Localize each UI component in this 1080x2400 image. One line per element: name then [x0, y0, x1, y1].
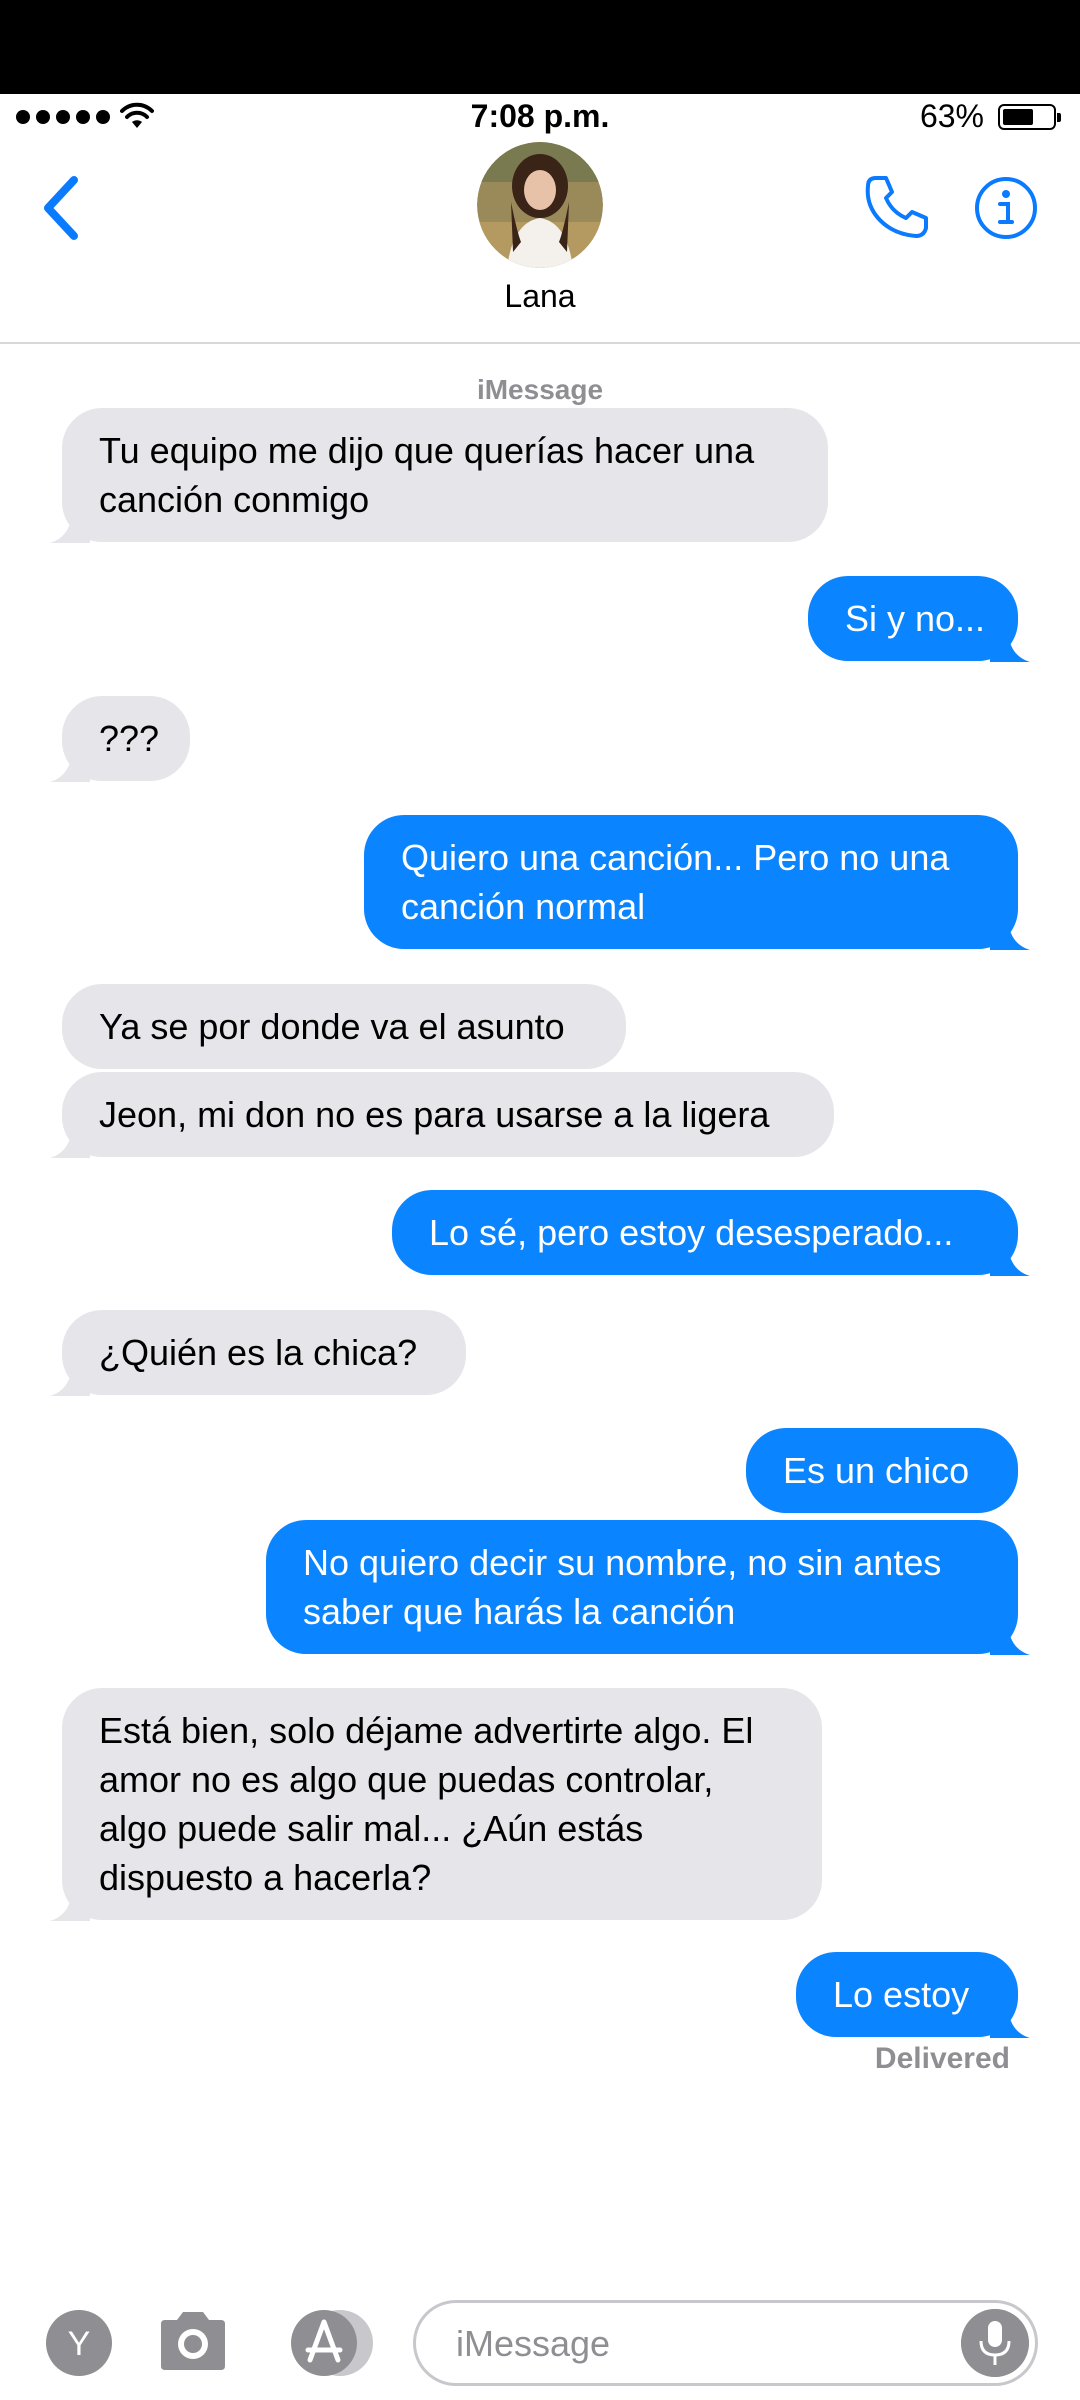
chevron-left-icon[interactable]: [36, 168, 86, 248]
status-bar: 7:08 p.m. 63%: [0, 94, 1080, 142]
bubble-tail: [990, 1236, 1030, 1276]
received-message-bubble[interactable]: Tu equipo me dijo que querías hacer una c…: [50, 408, 828, 543]
sent-message-bubble[interactable]: Si y no...: [808, 576, 1030, 662]
message-text-line: Tu equipo me dijo que querías hacer una: [99, 430, 755, 471]
bubble-tail: [50, 503, 90, 543]
message-text-line: Quiero una canción... Pero no una: [401, 837, 950, 878]
message-text-line: canción normal: [401, 886, 646, 927]
message-text-line: Lo sé, pero estoy desesperado...: [429, 1212, 954, 1253]
contact-name[interactable]: Lana: [0, 278, 1080, 315]
message-text-line: Está bien, solo déjame advertirte algo. …: [99, 1710, 754, 1751]
bubble-tail: [50, 1118, 90, 1158]
bubble-tail: [50, 1356, 90, 1396]
app-button-letter: Y: [68, 2325, 91, 2363]
sent-message-bubble[interactable]: Lo sé, pero estoy desesperado...: [392, 1190, 1030, 1276]
received-message-bubble[interactable]: Jeon, mi don no es para usarse a la lige…: [50, 1072, 834, 1158]
message-text-line: Si y no...: [845, 598, 986, 639]
message-text-line: Jeon, mi don no es para usarse a la lige…: [99, 1094, 770, 1135]
battery-icon: [998, 104, 1061, 130]
app-store-icon[interactable]: [280, 2308, 376, 2378]
message-text-line: Ya se por donde va el asunto: [99, 1006, 565, 1047]
bubble-tail: [990, 1998, 1030, 2038]
message-text-line: Es un chico: [783, 1450, 970, 1491]
info-icon[interactable]: [974, 176, 1038, 240]
message-text-line: canción conmigo: [99, 479, 370, 520]
message-text-line: algo puede salir mal... ¿Aún estás: [99, 1808, 644, 1849]
phone-icon[interactable]: [862, 172, 932, 242]
message-text-line: Lo estoy: [833, 1974, 970, 2015]
message-text-line: saber que harás la canción: [303, 1591, 736, 1632]
microphone-icon[interactable]: [961, 2309, 1029, 2377]
received-message-bubble[interactable]: ¿Quién es la chica?: [50, 1310, 466, 1396]
top-black-band: [0, 0, 1080, 94]
bubble-tail: [50, 1881, 90, 1921]
received-message-bubble[interactable]: Ya se por donde va el asunto: [62, 984, 626, 1069]
sent-message-bubble[interactable]: Lo estoy: [796, 1952, 1030, 2038]
bubble-tail: [990, 1615, 1030, 1655]
conversation-header: Lana: [0, 142, 1080, 344]
message-text-line: No quiero decir su nombre, no sin antes: [303, 1542, 942, 1583]
battery-percent: 63%: [919, 98, 984, 134]
status-time: 7:08 p.m.: [470, 98, 610, 134]
sent-message-bubble[interactable]: Quiero una canción... Pero no una canción…: [364, 815, 1030, 950]
avatar[interactable]: [477, 142, 603, 268]
composer-bar: Y iMessage: [0, 2280, 1080, 2400]
received-message-bubble[interactable]: ???: [50, 696, 190, 782]
message-input[interactable]: iMessage: [413, 2300, 1038, 2386]
message-input-placeholder: iMessage: [456, 2323, 611, 2364]
message-text-line: ???: [99, 718, 160, 759]
app-drawer-button[interactable]: Y: [46, 2310, 112, 2376]
bubble-tail: [990, 910, 1030, 950]
bubble-tail: [50, 742, 90, 782]
message-text-line: dispuesto a hacerla?: [99, 1857, 432, 1898]
service-label: iMessage: [476, 374, 604, 405]
message-text-line: amor no es algo que puedas controlar,: [99, 1759, 714, 1800]
received-message-bubble[interactable]: Está bien, solo déjame advertirte algo. …: [50, 1688, 822, 1921]
camera-icon[interactable]: [155, 2308, 231, 2374]
delivered-status: Delivered: [874, 2042, 1010, 2075]
sent-message-bubble[interactable]: Es un chico: [746, 1428, 1018, 1513]
message-text-line: ¿Quién es la chica?: [99, 1332, 418, 1373]
bubble-tail: [990, 622, 1030, 662]
sent-message-bubble[interactable]: No quiero decir su nombre, no sin antes s…: [266, 1520, 1030, 1655]
